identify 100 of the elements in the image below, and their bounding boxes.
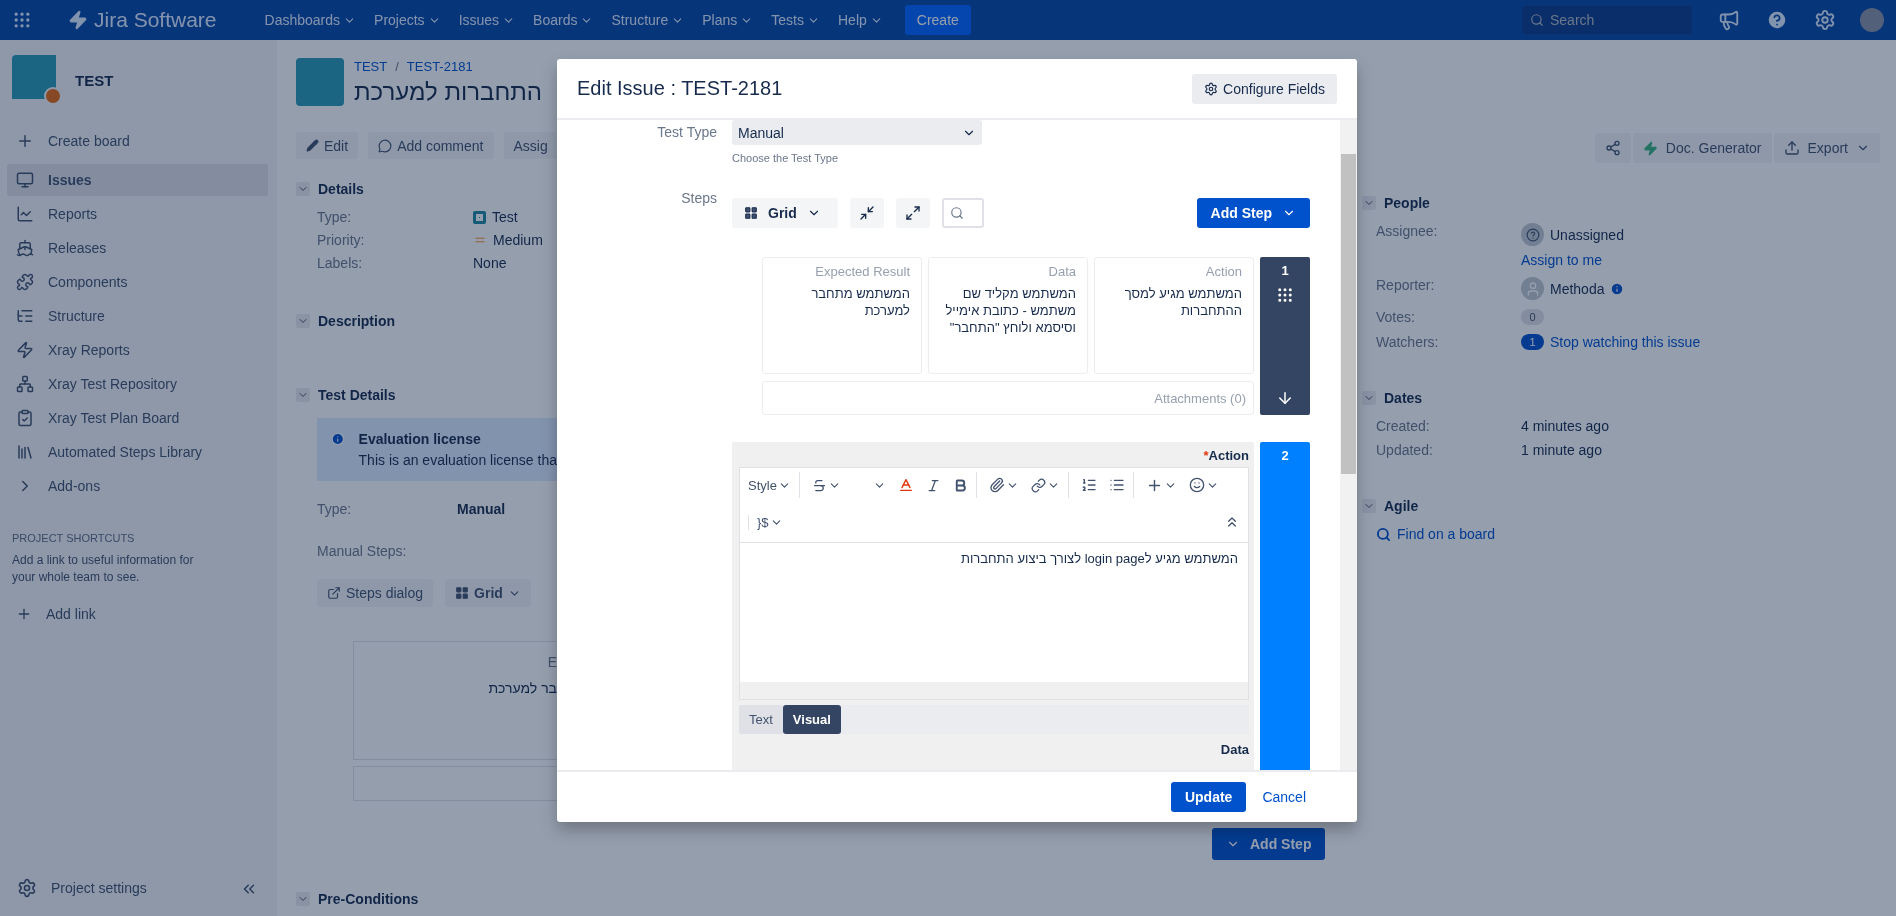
grid-icon	[455, 586, 470, 600]
italic-icon[interactable]	[925, 477, 941, 493]
app-switcher-icon[interactable]	[12, 10, 32, 30]
share-button[interactable]	[1594, 133, 1631, 163]
sidebar-item[interactable]: Xray Test Plan Board	[7, 402, 268, 434]
nav-menu[interactable]: Tests	[765, 8, 826, 32]
count-badge: 1	[1521, 334, 1544, 350]
nav-menu[interactable]: Boards	[527, 8, 600, 32]
editor-mode-tab[interactable]: Visual	[782, 705, 841, 734]
bullet-list-icon[interactable]	[1108, 477, 1125, 493]
field-label: *Action	[1203, 448, 1249, 463]
doc-generator-button[interactable]: Doc. Generator	[1632, 133, 1772, 163]
breadcrumb-separator: /	[395, 58, 399, 74]
editor-text: המשתמש מגיע לlogin page לצורך ביצוע התחברות	[960, 551, 1238, 566]
action-button[interactable]: Add comment	[368, 132, 494, 159]
numbered-list-icon[interactable]	[1080, 477, 1097, 493]
nav-menu[interactable]: Structure	[605, 8, 691, 32]
action-button[interactable]: Edit	[296, 132, 359, 159]
field-value: Test	[492, 209, 518, 225]
cancel-link[interactable]: Cancel	[1256, 788, 1312, 806]
comment-icon	[378, 138, 393, 153]
field-value: Unassigned	[1550, 226, 1624, 243]
emoji-dropdown[interactable]	[1188, 477, 1219, 493]
lightning-icon	[1642, 140, 1658, 156]
update-button[interactable]: Update	[1170, 782, 1247, 812]
sidebar-item[interactable]: Xray Reports	[7, 334, 268, 366]
column-heading: E	[547, 654, 557, 670]
field-value: 4 minutes ago	[1521, 418, 1610, 434]
collapse-button[interactable]	[850, 198, 884, 228]
step-number-bar[interactable]: 1	[1260, 257, 1310, 415]
assign-link[interactable]: Assign to me	[1521, 252, 1602, 268]
scrollbar[interactable]	[1340, 120, 1357, 770]
help-icon[interactable]	[1766, 9, 1788, 31]
step-search-field[interactable]	[942, 198, 984, 228]
settings-icon	[17, 878, 37, 898]
attachment-dropdown[interactable]	[988, 477, 1019, 493]
field-value: Methoda	[1550, 280, 1605, 297]
nav-menu[interactable]: Plans	[696, 8, 760, 32]
export-button[interactable]: Export	[1773, 133, 1880, 163]
add-step-button[interactable]: Add Step	[1212, 828, 1326, 860]
sidebar-item[interactable]: Components	[7, 266, 268, 298]
clipboard-icon	[16, 409, 34, 427]
project-settings-item[interactable]: Project settings	[17, 872, 147, 904]
view-dropdown[interactable]: Grid	[445, 579, 531, 607]
paperclip-icon	[988, 477, 1005, 493]
view-dropdown[interactable]: Grid	[732, 198, 838, 228]
info-icon	[331, 431, 345, 447]
link-dropdown[interactable]	[1030, 477, 1060, 493]
section-heading: Agile	[1384, 498, 1419, 514]
settings-icon	[1204, 81, 1219, 96]
info-icon	[1610, 281, 1625, 296]
expand-button[interactable]	[896, 198, 930, 228]
create-button[interactable]: Create	[904, 5, 971, 35]
test-type-select[interactable]: Manual	[732, 120, 982, 145]
sidebar-item[interactable]: Reports	[7, 198, 268, 230]
search-field[interactable]: Search	[1522, 6, 1692, 34]
lightning-icon	[16, 341, 34, 359]
breadcrumb-link[interactable]: TEST-2181	[406, 58, 473, 74]
text-color-icon[interactable]	[897, 477, 914, 493]
steps-dialog-button[interactable]: Steps dialog	[317, 579, 434, 607]
section-heading: Description	[318, 313, 395, 329]
configure-fields-button[interactable]: Configure Fields	[1192, 73, 1337, 104]
field-value: Manual	[457, 501, 507, 517]
resize-handle[interactable]	[740, 682, 1248, 699]
field-label: Steps	[680, 189, 717, 208]
nav-menu[interactable]: Projects	[368, 8, 447, 32]
add-step-button[interactable]: Add Step	[1196, 198, 1310, 228]
notifications-icon[interactable]	[1718, 9, 1740, 31]
field-label: Type:	[317, 501, 353, 517]
macro-dropdown[interactable]: }$	[748, 514, 783, 530]
nav-menu[interactable]: Help	[832, 8, 889, 32]
sidebar-item[interactable]: Add-ons	[7, 470, 268, 502]
field-hint: Choose the Test Type	[732, 152, 839, 164]
issue-avatar	[296, 58, 344, 106]
sidebar-item[interactable]: Xray Test Repository	[7, 368, 268, 400]
search-icon	[1376, 526, 1391, 542]
attachments-row[interactable]: Attachments (0)	[762, 381, 1254, 415]
settings-icon[interactable]	[1814, 9, 1836, 31]
field-label: Test Type	[656, 123, 717, 142]
sidebar-item[interactable]: Automated Steps Library	[7, 436, 268, 468]
sidebar-item[interactable]: Issues	[7, 164, 268, 196]
action-button[interactable]: Assig	[503, 132, 557, 159]
editor-mode-tab[interactable]: Text	[739, 705, 783, 734]
nav-menu[interactable]: Dashboards	[258, 8, 363, 32]
sidebar-item[interactable]: Structure	[7, 300, 268, 332]
style-dropdown[interactable]: Style	[748, 477, 791, 493]
nav-menu[interactable]: Issues	[452, 8, 522, 32]
shortcuts-text: Add a link to useful information for your whole team to see.	[12, 552, 195, 586]
sidebar-item[interactable]: Releases	[7, 232, 268, 264]
project-name: TEST	[75, 71, 114, 89]
find-board-link[interactable]: Find on a board	[1376, 526, 1496, 542]
chart-icon	[16, 205, 34, 223]
breadcrumb-link[interactable]: TEST	[354, 58, 388, 74]
section-title: PROJECT SHORTCUTS	[12, 532, 136, 544]
add-link-item[interactable]: Add link	[7, 598, 268, 630]
step-number-bar[interactable]: 2	[1260, 442, 1310, 770]
watch-link[interactable]: Stop watching this issue	[1550, 334, 1701, 350]
text-effects-dropdown[interactable]	[811, 477, 841, 493]
monitor-icon	[16, 171, 34, 189]
create-board-item[interactable]: Create board	[7, 125, 268, 157]
